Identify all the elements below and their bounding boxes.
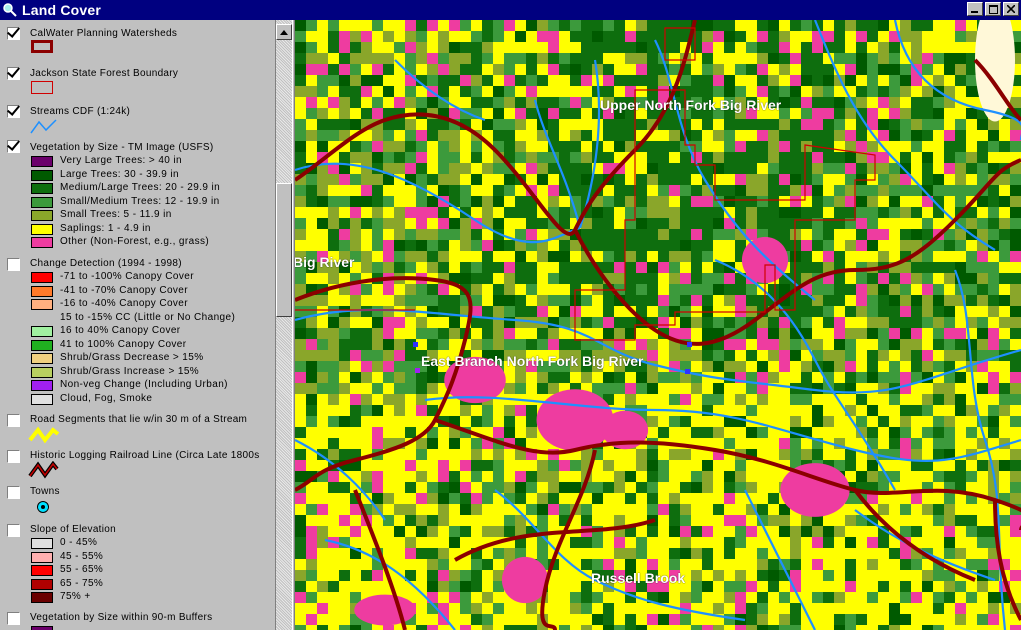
layer-title-change-detection[interactable]: Change Detection (1994 - 1998) bbox=[30, 258, 182, 269]
legend-swatch bbox=[31, 592, 53, 603]
map-label-russell-brook: Russell Brook bbox=[591, 570, 686, 586]
map-label-big-river: Big River bbox=[295, 254, 355, 270]
legend-swatch bbox=[31, 551, 53, 563]
layer-checkbox-jackson[interactable] bbox=[7, 67, 20, 80]
legend-class-label: Small/Medium Trees: 12 - 19.9 in bbox=[60, 195, 220, 207]
layer-title-vegetation[interactable]: Vegetation by Size - TM Image (USFS) bbox=[30, 142, 213, 153]
scroll-up-button[interactable] bbox=[276, 24, 292, 40]
legend-class-label: Saplings: 1 - 4.9 in bbox=[60, 222, 151, 234]
map-label-east-branch: East Branch North Fork Big River bbox=[421, 353, 644, 369]
legend-class-label: Other (Non-Forest, e.g., grass) bbox=[60, 236, 210, 247]
map-view[interactable]: Upper North Fork Big River Big River Eas… bbox=[295, 20, 1021, 630]
legend-scrollbar[interactable] bbox=[276, 20, 292, 630]
layer-title-veg-buffers[interactable]: Vegetation by Size within 90-m Buffers bbox=[30, 612, 212, 623]
legend-panel: CalWater Planning Watersheds Jackson Sta… bbox=[0, 20, 276, 630]
legend-swatch bbox=[31, 578, 53, 590]
minimize-icon bbox=[971, 11, 978, 13]
minimize-button[interactable] bbox=[967, 2, 983, 16]
layer-title-towns[interactable]: Towns bbox=[30, 486, 60, 497]
layer-title-slope[interactable]: Slope of Elevation bbox=[30, 524, 116, 535]
legend-class-label: Medium/Large Trees: 20 - 29.9 in bbox=[60, 182, 221, 193]
maximize-button[interactable] bbox=[985, 2, 1001, 16]
legend-class-label: 75% + bbox=[60, 591, 91, 602]
legend-class-label: 65 - 75% bbox=[60, 577, 104, 589]
legend-swatch bbox=[31, 380, 53, 391]
legend-class-label: 0 - 45% bbox=[60, 537, 98, 548]
legend-swatch bbox=[31, 183, 53, 194]
legend-class-label: 55 - 65% bbox=[60, 564, 104, 575]
window-title: Land Cover bbox=[22, 2, 102, 18]
scroll-thumb[interactable] bbox=[276, 183, 292, 317]
legend-class-label: 41 to 100% Canopy Cover bbox=[60, 338, 187, 350]
legend-class-label: Shrub/Grass Decrease > 15% bbox=[60, 352, 204, 363]
arrow-up-icon bbox=[280, 29, 288, 35]
layer-title-railroad[interactable]: Historic Logging Railroad Line (Circa La… bbox=[30, 450, 260, 461]
legend-class-label: 45 - 55% bbox=[60, 550, 104, 562]
legend-class-label: Very Large Trees: > 40 in bbox=[60, 155, 183, 166]
legend-class-label: 15 to -15% CC (Little or No Change) bbox=[60, 311, 236, 323]
legend-swatch bbox=[31, 353, 53, 364]
road-zigzag-icon bbox=[28, 426, 60, 444]
window-title-bar[interactable]: Land Cover bbox=[0, 0, 1021, 20]
stream-line-icon bbox=[30, 119, 57, 134]
legend-swatch bbox=[31, 538, 53, 549]
legend-swatch bbox=[31, 393, 53, 405]
layer-title-jackson[interactable]: Jackson State Forest Boundary bbox=[30, 68, 178, 79]
legend-swatch bbox=[31, 272, 53, 283]
legend-swatch bbox=[31, 285, 53, 297]
layer-title-calwater[interactable]: CalWater Planning Watersheds bbox=[30, 28, 177, 39]
layer-title-streams[interactable]: Streams CDF (1:24k) bbox=[30, 106, 130, 117]
layer-checkbox-streams[interactable] bbox=[7, 105, 20, 118]
legend-swatch bbox=[31, 339, 53, 351]
boundary-symbol bbox=[31, 81, 53, 94]
layer-checkbox-slope[interactable] bbox=[7, 524, 20, 537]
close-icon bbox=[1007, 5, 1015, 13]
legend-class-label: Cloud, Fog, Smoke bbox=[60, 392, 153, 404]
magnifier-icon bbox=[3, 3, 17, 17]
railroad-zigzag-icon bbox=[28, 461, 59, 479]
legend-swatch bbox=[31, 223, 53, 235]
layer-checkbox-change-detection[interactable] bbox=[7, 258, 20, 271]
legend-class-label: Non-veg Change (Including Urban) bbox=[60, 379, 228, 390]
layer-checkbox-road-segments[interactable] bbox=[7, 414, 20, 427]
layer-checkbox-veg-buffers[interactable] bbox=[7, 612, 20, 625]
legend-swatch bbox=[31, 366, 53, 378]
legend-class-label: -41 to -70% Canopy Cover bbox=[60, 284, 188, 296]
legend-class-label: -71 to -100% Canopy Cover bbox=[60, 271, 194, 282]
legend-class-label: 16 to 40% Canopy Cover bbox=[60, 325, 181, 336]
legend-class-label: Shrub/Grass Increase > 15% bbox=[60, 365, 200, 377]
close-button[interactable] bbox=[1003, 2, 1019, 16]
town-dot-icon bbox=[37, 501, 49, 513]
legend-swatch bbox=[31, 210, 53, 221]
legend-swatch bbox=[31, 237, 53, 248]
watershed-symbol bbox=[31, 40, 53, 53]
legend-class-label: -16 to -40% Canopy Cover bbox=[60, 298, 188, 309]
map-label-upper-north-fork: Upper North Fork Big River bbox=[600, 97, 782, 113]
legend-swatch bbox=[31, 156, 53, 167]
legend-class-label: Small Trees: 5 - 11.9 in bbox=[60, 209, 172, 220]
layer-checkbox-calwater[interactable] bbox=[7, 27, 20, 40]
legend-swatch bbox=[31, 299, 53, 310]
layer-checkbox-vegetation[interactable] bbox=[7, 140, 20, 153]
legend-swatch bbox=[31, 169, 53, 181]
maximize-icon bbox=[988, 4, 998, 14]
legend-swatch bbox=[31, 326, 53, 337]
legend-swatch bbox=[31, 626, 53, 630]
legend-class-label: Large Trees: 30 - 39.9 in bbox=[60, 168, 179, 180]
legend-swatch bbox=[31, 196, 53, 208]
layer-checkbox-railroad[interactable] bbox=[7, 450, 20, 463]
layer-title-road-segments[interactable]: Road Segments that lie w/in 30 m of a St… bbox=[30, 414, 247, 425]
layer-checkbox-towns[interactable] bbox=[7, 486, 20, 499]
legend-swatch bbox=[31, 565, 53, 576]
